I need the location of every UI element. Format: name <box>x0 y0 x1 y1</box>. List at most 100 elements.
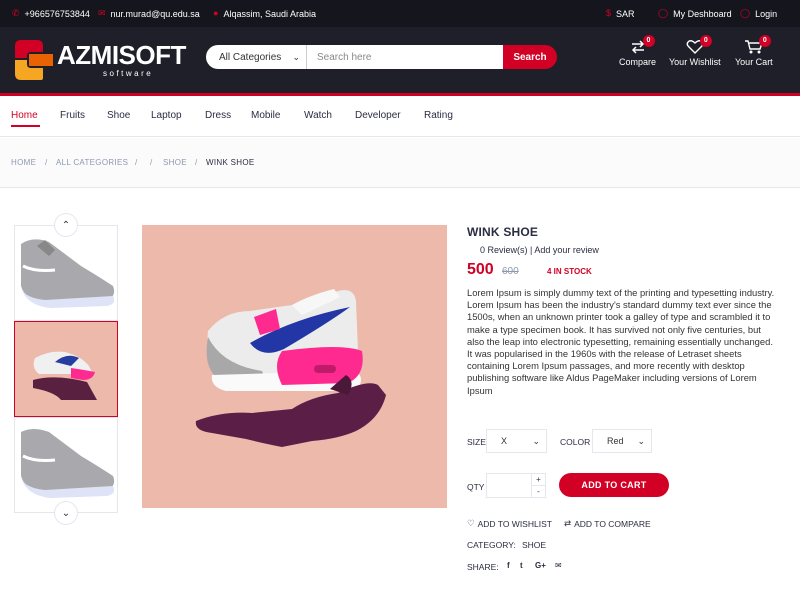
color-label: COLOR <box>560 437 591 447</box>
wishlist-count: 0 <box>699 35 712 47</box>
stock-status: 4 IN STOCK <box>547 267 592 276</box>
quantity-stepper[interactable]: + - <box>486 473 546 498</box>
wishlist-link[interactable]: 0 Your Wishlist <box>669 35 721 67</box>
nav-item-home[interactable]: Home <box>11 110 38 121</box>
qty-decrement-button[interactable]: - <box>531 486 545 498</box>
chevron-down-icon: ⌄ <box>61 507 71 519</box>
breadcrumb-all-categories[interactable]: ALL CATEGORIES <box>56 158 128 167</box>
nav-item-mobile[interactable]: Mobile <box>251 110 280 121</box>
header: AZMISOFT software All Categories ⌄ Searc… <box>0 27 800 93</box>
nav-item-fruits[interactable]: Fruits <box>60 110 85 121</box>
search-button[interactable]: Search <box>503 45 557 69</box>
map-marker-icon: ● <box>213 8 219 18</box>
product-name: WINK SHOE <box>467 225 539 239</box>
main-nav: Home Fruits Shoe Laptop Dress Mobile Wat… <box>0 96 800 137</box>
color-select[interactable]: Red ⌄ <box>592 429 652 453</box>
location-text: Alqassim, Saudi Arabia <box>223 8 316 19</box>
qty-label: QTY <box>467 482 485 492</box>
shoe-product-image <box>142 225 447 508</box>
envelope-icon: ✉ <box>98 8 106 18</box>
breadcrumb-separator: / <box>195 158 198 167</box>
breadcrumb-separator: / <box>135 158 138 167</box>
nav-active-indicator <box>11 125 40 127</box>
compare-count: 0 <box>642 35 655 47</box>
logo-mark-icon <box>15 40 53 80</box>
size-select[interactable]: X ⌄ <box>486 429 547 453</box>
chevron-up-icon: ⌃ <box>61 219 71 231</box>
category-select-value: All Categories <box>219 51 282 63</box>
product-description: Lorem Ipsum is simply dummy text of the … <box>467 287 775 396</box>
facebook-icon[interactable]: f <box>507 561 510 570</box>
size-select-value: X <box>501 436 508 446</box>
add-to-compare-label: ADD TO COMPARE <box>574 518 651 529</box>
category-label: CATEGORY: <box>467 540 516 550</box>
dashboard-text: My Deshboard <box>673 8 732 19</box>
exchange-icon: ⇄ <box>564 518 572 528</box>
phone-info: ✆ +966576753844 <box>12 0 90 27</box>
thumbnail-3[interactable] <box>14 417 118 513</box>
category-value-link[interactable]: SHOE <box>522 540 546 550</box>
google-plus-icon[interactable]: G+ <box>535 561 546 570</box>
user-icon: ◯ <box>658 8 669 18</box>
breadcrumb-separator: / <box>150 158 153 167</box>
login-icon: ◯ <box>740 8 751 18</box>
chevron-down-icon: ⌄ <box>532 435 540 446</box>
heart-icon: 0 <box>685 35 712 55</box>
add-to-compare-link[interactable]: ⇄ ADD TO COMPARE <box>564 518 651 529</box>
nav-item-dress[interactable]: Dress <box>205 110 231 121</box>
nav-item-watch[interactable]: Watch <box>304 110 332 121</box>
breadcrumb-separator: / <box>45 158 48 167</box>
envelope-icon[interactable]: ✉ <box>555 561 562 570</box>
logo[interactable]: AZMISOFT software <box>13 38 186 82</box>
add-to-wishlist-link[interactable]: ♡ ADD TO WISHLIST <box>467 518 552 529</box>
currency-text: SAR <box>616 8 635 19</box>
nav-item-developer[interactable]: Developer <box>355 110 401 121</box>
chevron-down-icon: ⌄ <box>292 51 300 62</box>
shoe-thumbnail-image <box>15 322 117 416</box>
logo-subtitle: software <box>103 69 154 78</box>
category-select[interactable]: All Categories ⌄ <box>206 45 307 69</box>
size-label: SIZE <box>467 437 486 447</box>
thumbnail-up-button[interactable]: ⌃ <box>54 213 78 237</box>
thumbnail-down-button[interactable]: ⌄ <box>54 501 78 525</box>
qty-increment-button[interactable]: + <box>531 474 545 486</box>
cart-link[interactable]: 0 Your Cart <box>735 35 773 67</box>
logo-text: AZMISOFT <box>57 40 186 70</box>
add-to-cart-button[interactable]: ADD TO CART <box>559 473 669 497</box>
compare-link[interactable]: 0 Compare <box>619 35 657 67</box>
breadcrumb-home[interactable]: HOME <box>11 158 36 167</box>
compare-icon: 0 <box>628 35 655 55</box>
heart-icon: ♡ <box>467 518 475 528</box>
shoe-thumbnail-image <box>21 239 115 308</box>
email-info: ✉ nur.murad@qu.edu.sa <box>98 0 200 27</box>
search-placeholder: Search here <box>317 51 372 63</box>
color-select-value: Red <box>607 436 624 446</box>
cart-label: Your Cart <box>735 57 773 67</box>
thumbnail-1[interactable] <box>14 225 118 321</box>
search-input[interactable]: Search here <box>307 45 503 69</box>
thumbnail-2[interactable] <box>14 321 118 417</box>
add-to-wishlist-label: ADD TO WISHLIST <box>477 518 552 529</box>
product-main-image[interactable] <box>142 225 447 508</box>
share-label: SHARE: <box>467 562 499 572</box>
nav-item-laptop[interactable]: Laptop <box>151 110 182 121</box>
nav-item-shoe[interactable]: Shoe <box>107 110 130 121</box>
product-old-price: 600 <box>502 266 519 277</box>
currency-link[interactable]: $ SAR <box>606 0 635 27</box>
nav-item-rating[interactable]: Rating <box>424 110 453 121</box>
phone-icon: ✆ <box>12 8 20 18</box>
dashboard-link[interactable]: ◯ My Deshboard <box>658 0 732 27</box>
phone-text: +966576753844 <box>24 8 90 19</box>
login-link[interactable]: ◯ Login <box>740 0 777 27</box>
product-reviews-link[interactable]: 0 Review(s) | Add your review <box>480 245 599 255</box>
compare-label: Compare <box>619 57 657 67</box>
thumbnail-gallery: ⌃ ⌄ <box>14 213 118 525</box>
product-details: WINK SHOE 0 Review(s) | Add your review … <box>467 225 787 572</box>
breadcrumb-category[interactable]: SHOE <box>163 158 187 167</box>
login-text: Login <box>755 8 778 19</box>
twitter-icon[interactable]: t <box>520 561 523 570</box>
email-text: nur.murad@qu.edu.sa <box>110 8 200 19</box>
search-form: All Categories ⌄ Search here Search <box>206 45 557 69</box>
breadcrumb: HOME / ALL CATEGORIES / / SHOE / WINK SH… <box>0 138 800 188</box>
location-info: ● Alqassim, Saudi Arabia <box>213 0 316 27</box>
